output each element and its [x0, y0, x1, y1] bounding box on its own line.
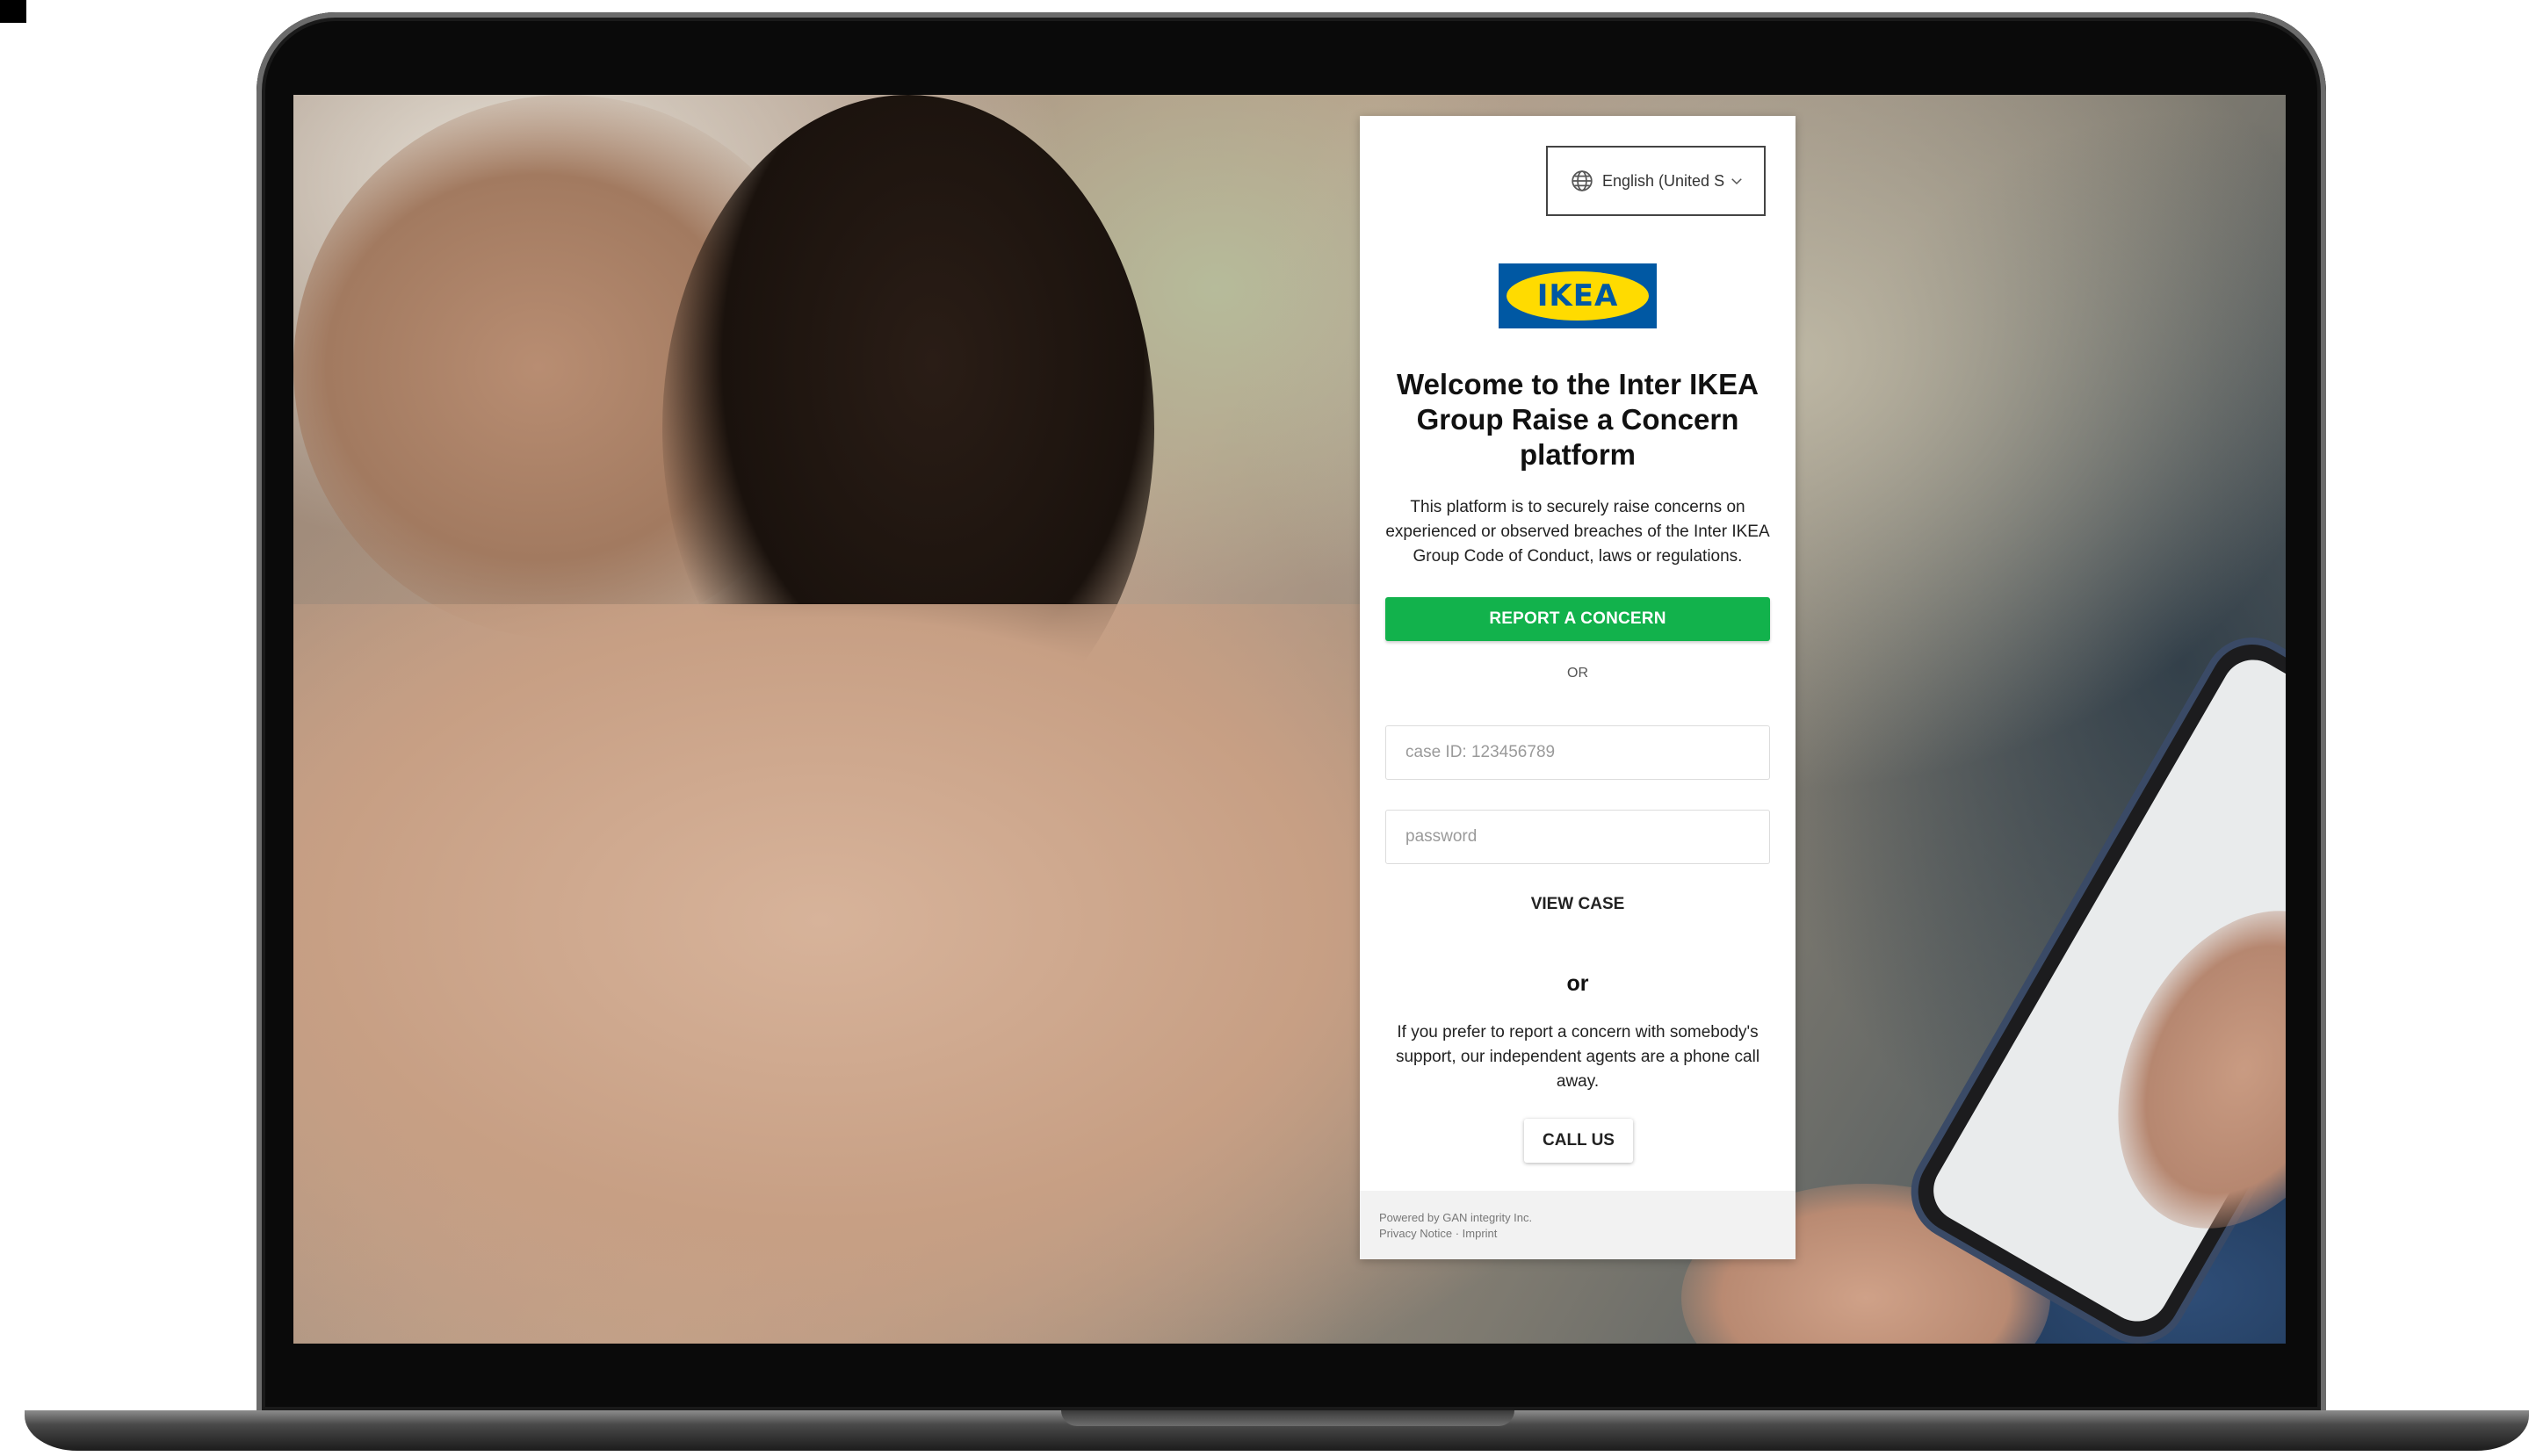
language-select-value: English (United S [1602, 171, 1725, 190]
ikea-logo: IKEA [1499, 263, 1657, 328]
ikea-logo-text: IKEA [1536, 278, 1619, 314]
view-case-button[interactable]: VIEW CASE [1490, 887, 1666, 922]
ikea-logo-oval: IKEA [1507, 271, 1649, 321]
laptop-hinge-notch [1061, 1410, 1514, 1426]
page-title: Welcome to the Inter IKEA Group Raise a … [1397, 368, 1759, 471]
report-concern-button[interactable]: REPORT A CONCERN [1385, 597, 1770, 641]
footer: Powered by GAN integrity Inc. Privacy No… [1360, 1191, 1796, 1259]
call-us-button[interactable]: CALL US [1524, 1119, 1633, 1163]
chevron-down-icon [1731, 178, 1742, 185]
or-divider-small: OR [1567, 666, 1588, 681]
case-id-input[interactable] [1385, 725, 1770, 780]
background-photo [293, 95, 2286, 1344]
login-card: English (United S IKEA Welcome to the In… [1360, 116, 1796, 1259]
imprint-link[interactable]: Imprint [1463, 1227, 1498, 1240]
password-input[interactable] [1385, 810, 1770, 864]
footer-separator: · [1455, 1227, 1460, 1240]
corner-mark [0, 0, 26, 23]
privacy-notice-link[interactable]: Privacy Notice [1379, 1227, 1452, 1240]
laptop-screen: English (United S IKEA Welcome to the In… [293, 95, 2286, 1344]
powered-by-text: Powered by GAN integrity Inc. [1379, 1211, 1533, 1224]
intro-text: This platform is to securely raise conce… [1385, 498, 1770, 566]
phone-support-text: If you prefer to report a concern with s… [1395, 1023, 1760, 1091]
globe-icon [1572, 170, 1593, 191]
or-divider-large: or [1566, 971, 1589, 996]
footer-links: Privacy Notice · Imprint [1379, 1226, 1776, 1242]
language-select[interactable]: English (United S [1546, 146, 1766, 216]
